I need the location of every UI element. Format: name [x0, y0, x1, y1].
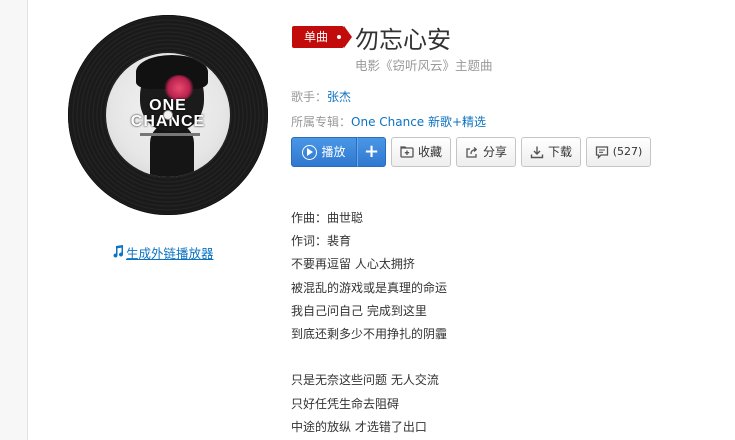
lyric-line: 到底还剩多少不用挣扎的阴霾 [291, 326, 448, 341]
lyric-line: 中途的放纵 才选错了出口 [291, 419, 427, 434]
play-button[interactable]: 播放 [291, 137, 357, 167]
lyric-line: 作曲：曲世聪 [291, 211, 364, 225]
cover-small-text-bar [140, 133, 200, 136]
share-button-label: 分享 [482, 145, 507, 159]
lyric-line: 我自己问自己 完成到这里 [291, 303, 427, 318]
lyric-line: 作词：裴育 [291, 234, 352, 249]
comment-button[interactable]: (527) [586, 137, 651, 167]
song-type-tag: 单曲 [292, 26, 353, 48]
external-player-link[interactable]: 生成外链播放器 [112, 243, 214, 262]
download-icon [530, 145, 544, 159]
lyric-line: 只好任凭生命去阻碍 [291, 396, 400, 411]
favorite-button[interactable]: 收藏 [391, 137, 451, 167]
disc-spindle-hole [164, 111, 172, 119]
lyrics-block: 作曲：曲世聪 作词：裴育 不要再逗留 人心太拥挤 被混乱的游戏或是真理的命运 我… [291, 207, 711, 439]
singer-label: 歌手： [291, 90, 328, 104]
add-button-label: + [363, 141, 380, 162]
comment-count: (527) [612, 145, 643, 158]
share-icon [465, 145, 479, 159]
song-subtitle: 电影《窃听风云》主题曲 [355, 58, 493, 73]
song-title: 勿忘心安 [355, 26, 451, 54]
favorite-button-label: 收藏 [417, 145, 442, 159]
album-vinyl-disc[interactable]: ONE CHANCE [68, 15, 268, 215]
lyric-line: 只是无奈这些问题 无人交流 [291, 373, 439, 388]
lyric-line [291, 346, 711, 369]
singer-row: 歌手：张杰 [291, 88, 351, 105]
lyric-line: 被混乱的游戏或是真理的命运 [291, 280, 448, 295]
external-player-link-label: 生成外链播放器 [126, 247, 214, 261]
singer-link[interactable]: 张杰 [327, 90, 351, 104]
lyric-line: 不要再逗留 人心太拥挤 [291, 257, 415, 272]
album-link[interactable]: One Chance 新歌+精选 [351, 115, 486, 129]
album-row: 所属专辑：One Chance 新歌+精选 [291, 113, 486, 130]
download-button[interactable]: 下载 [521, 137, 581, 167]
folder-plus-icon [400, 145, 414, 159]
share-button[interactable]: 分享 [456, 137, 516, 167]
comment-icon [595, 145, 609, 159]
play-button-label: 播放 [321, 145, 346, 159]
add-to-playlist-button[interactable]: + [357, 137, 386, 167]
song-type-label: 单曲 [304, 30, 329, 44]
play-icon [302, 144, 318, 160]
left-sidebar-edge [0, 0, 28, 440]
download-button-label: 下载 [547, 145, 572, 159]
album-label: 所属专辑： [291, 115, 352, 129]
music-note-icon [112, 245, 124, 261]
cover-silhouette-body [150, 123, 194, 177]
tag-dot-icon [337, 35, 342, 39]
